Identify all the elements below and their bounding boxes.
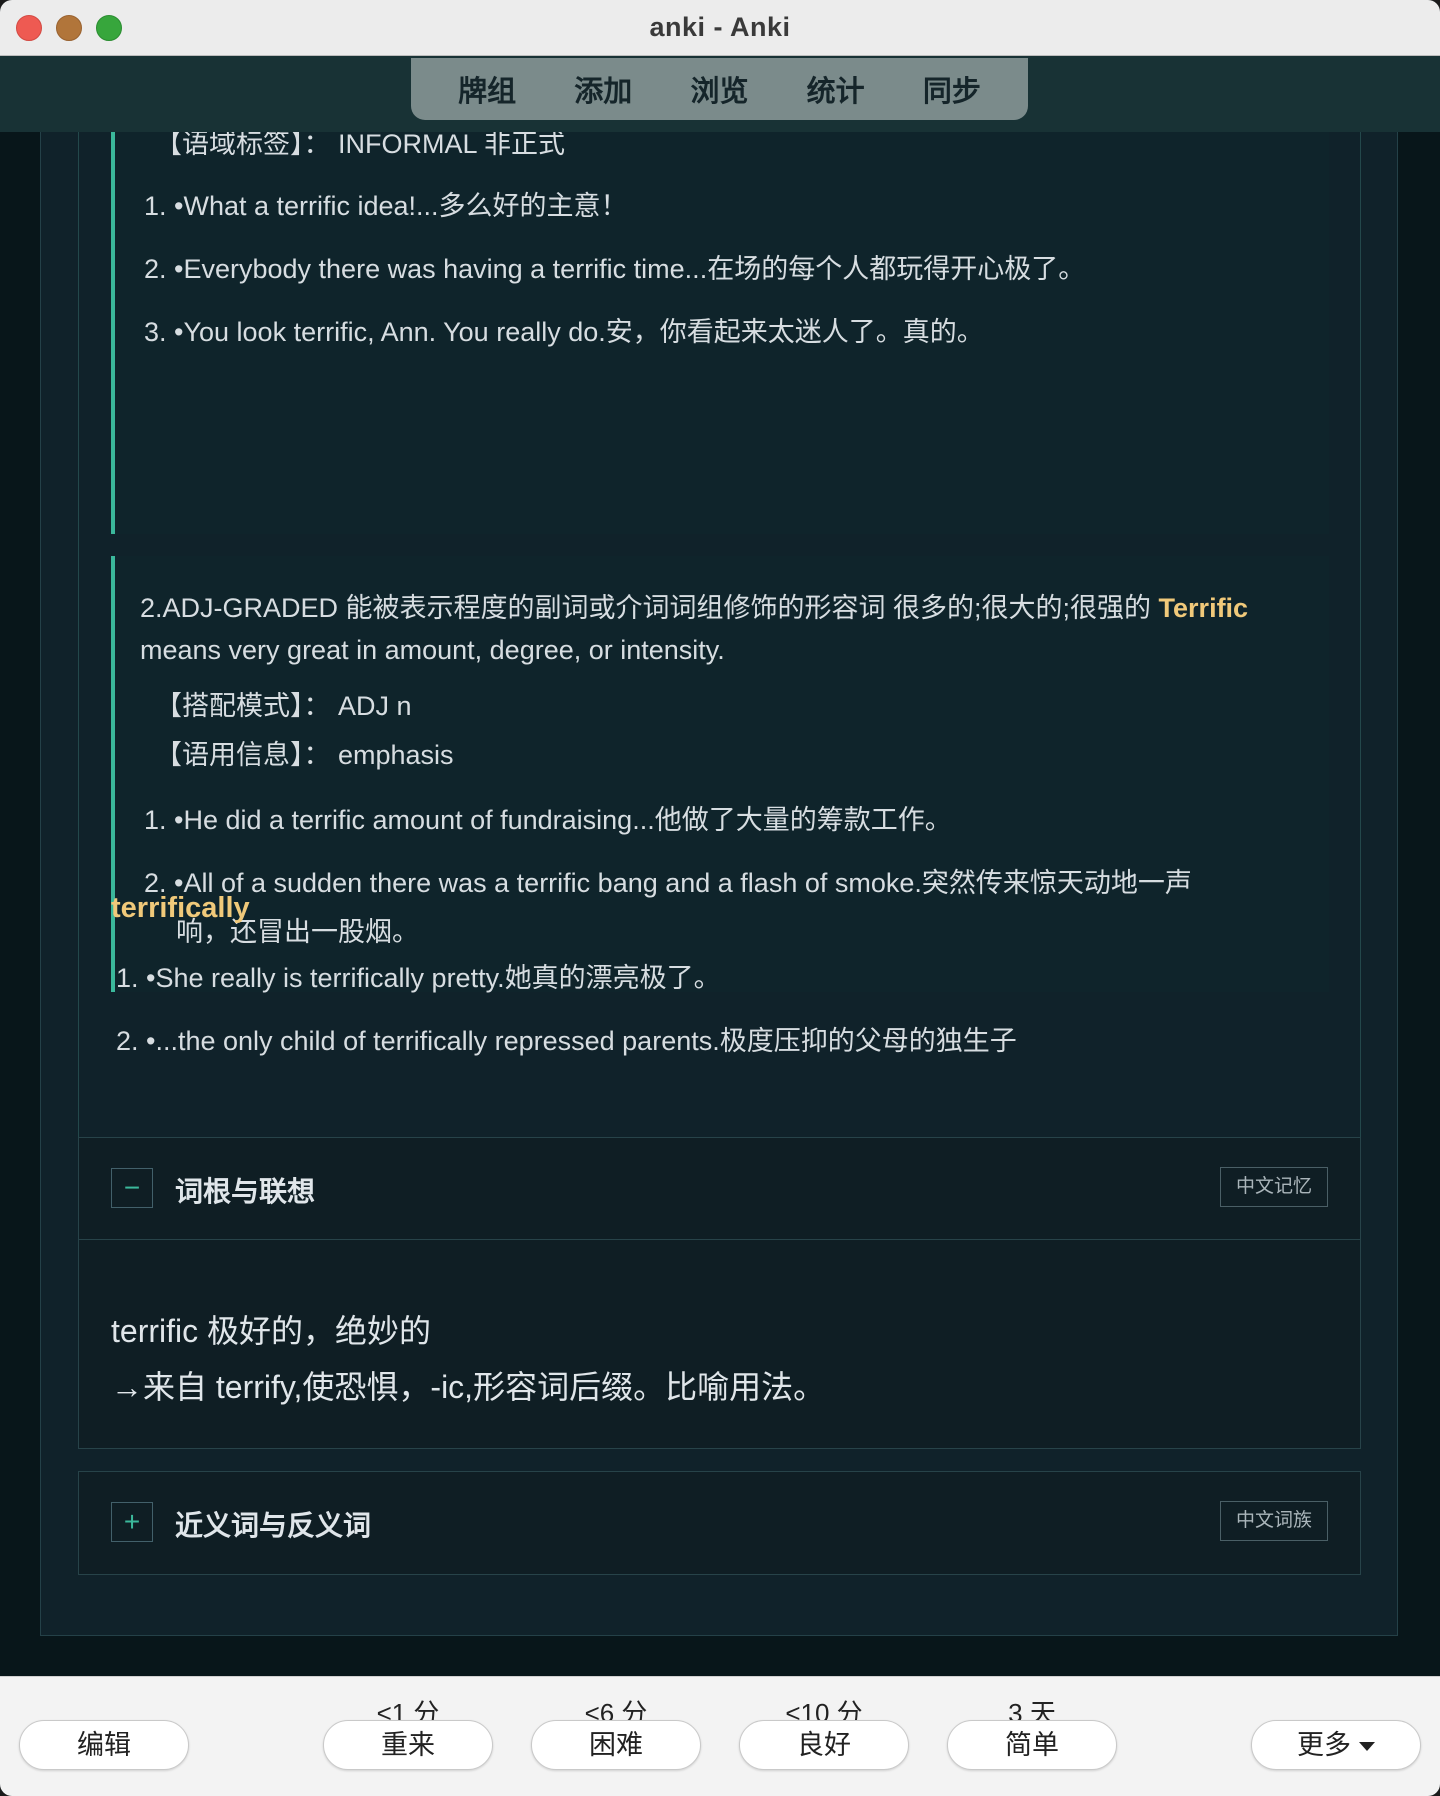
definition-line: 2.ADJ-GRADED 能被表示程度的副词或介词词组修饰的形容词 很多的;很大…	[140, 586, 1248, 625]
card-content-area[interactable]: 【语域标签】： INFORMAL 非正式 1. •What a terrific…	[0, 132, 1440, 1676]
toolbar-decks[interactable]: 牌组	[442, 68, 532, 110]
anki-window: anki - Anki 牌组 添加 浏览 统计 同步 【语域标签】： INFOR…	[0, 0, 1440, 1796]
again-button[interactable]: 重来	[323, 1720, 493, 1770]
etymology-header[interactable]: − 词根与联想 中文记忆	[79, 1138, 1360, 1240]
etymology-section: − 词根与联想 中文记忆 terrific 极好的，绝妙的 →来自 terrif…	[78, 1137, 1361, 1449]
example-item: 1. •He did a terrific amount of fundrais…	[144, 805, 952, 835]
example-item: 1. •What a terrific idea!...多么好的主意！	[144, 191, 628, 221]
divider	[79, 1239, 1360, 1240]
example-item: 2. •Everybody there was having a terrifi…	[144, 254, 1086, 284]
etymology-line: →来自 terrify,使恐惧，-ic,形容词后缀。比喻用法。	[111, 1369, 826, 1405]
window-title: anki - Anki	[649, 12, 791, 42]
definition-line: means very great in amount, degree, or i…	[140, 635, 725, 665]
collapse-toggle-icon[interactable]: −	[111, 1168, 153, 1208]
main-toolbar: 牌组 添加 浏览 统计 同步	[411, 58, 1028, 120]
good-button[interactable]: 良好	[739, 1720, 909, 1770]
answer-bar: 编辑 <1 分 <6 分 <10 分 3 天 重来 困难 良好 简单 更多	[0, 1676, 1440, 1796]
section-tag-button[interactable]: 中文词族	[1220, 1501, 1328, 1541]
definition-block-1: 【语域标签】： INFORMAL 非正式 1. •What a terrific…	[111, 132, 1329, 534]
register-label: 【语域标签】： INFORMAL 非正式	[155, 132, 566, 159]
chevron-down-icon	[1359, 1742, 1375, 1752]
more-button[interactable]: 更多	[1251, 1720, 1421, 1770]
example-item: 2. •All of a sudden there was a terrific…	[144, 868, 1192, 898]
example-item: 1. •She really is terrifically pretty.她真…	[116, 963, 721, 993]
toolbar-sync[interactable]: 同步	[907, 68, 997, 110]
expand-toggle-icon[interactable]: +	[111, 1502, 153, 1542]
toolbar-add[interactable]: 添加	[558, 68, 648, 110]
etymology-line: terrific 极好的，绝妙的	[111, 1313, 432, 1349]
definition-text: 2.ADJ-GRADED 能被表示程度的副词或介词词组修饰的形容词 很多的;很大…	[140, 593, 1159, 623]
section-tag-button[interactable]: 中文记忆	[1220, 1167, 1328, 1207]
more-label: 更多	[1297, 1730, 1351, 1760]
title-bar: anki - Anki	[0, 0, 1440, 56]
section-title: 近义词与反义词	[175, 1510, 372, 1541]
toolbar-stats[interactable]: 统计	[791, 68, 881, 110]
synonyms-section: + 近义词与反义词 中文词族	[78, 1471, 1361, 1575]
edit-button[interactable]: 编辑	[19, 1720, 189, 1770]
hard-button[interactable]: 困难	[531, 1720, 701, 1770]
example-item: 3. •You look terrific, Ann. You really d…	[144, 317, 984, 347]
usage-label: 【语用信息】： emphasis	[155, 740, 454, 770]
synonyms-header[interactable]: + 近义词与反义词 中文词族	[79, 1472, 1360, 1574]
section-title: 词根与联想	[175, 1176, 316, 1207]
derived-word: terrifically	[111, 892, 250, 924]
example-item: 2. •...the only child of terrifically re…	[116, 1026, 1017, 1056]
definition-block-2: 2.ADJ-GRADED 能被表示程度的副词或介词词组修饰的形容词 很多的;很大…	[111, 556, 1329, 992]
toolbar-browse[interactable]: 浏览	[674, 68, 764, 110]
pattern-label: 【搭配模式】： ADJ n	[155, 691, 412, 721]
easy-button[interactable]: 简单	[947, 1720, 1117, 1770]
headword-highlight: Terrific	[1158, 593, 1249, 623]
